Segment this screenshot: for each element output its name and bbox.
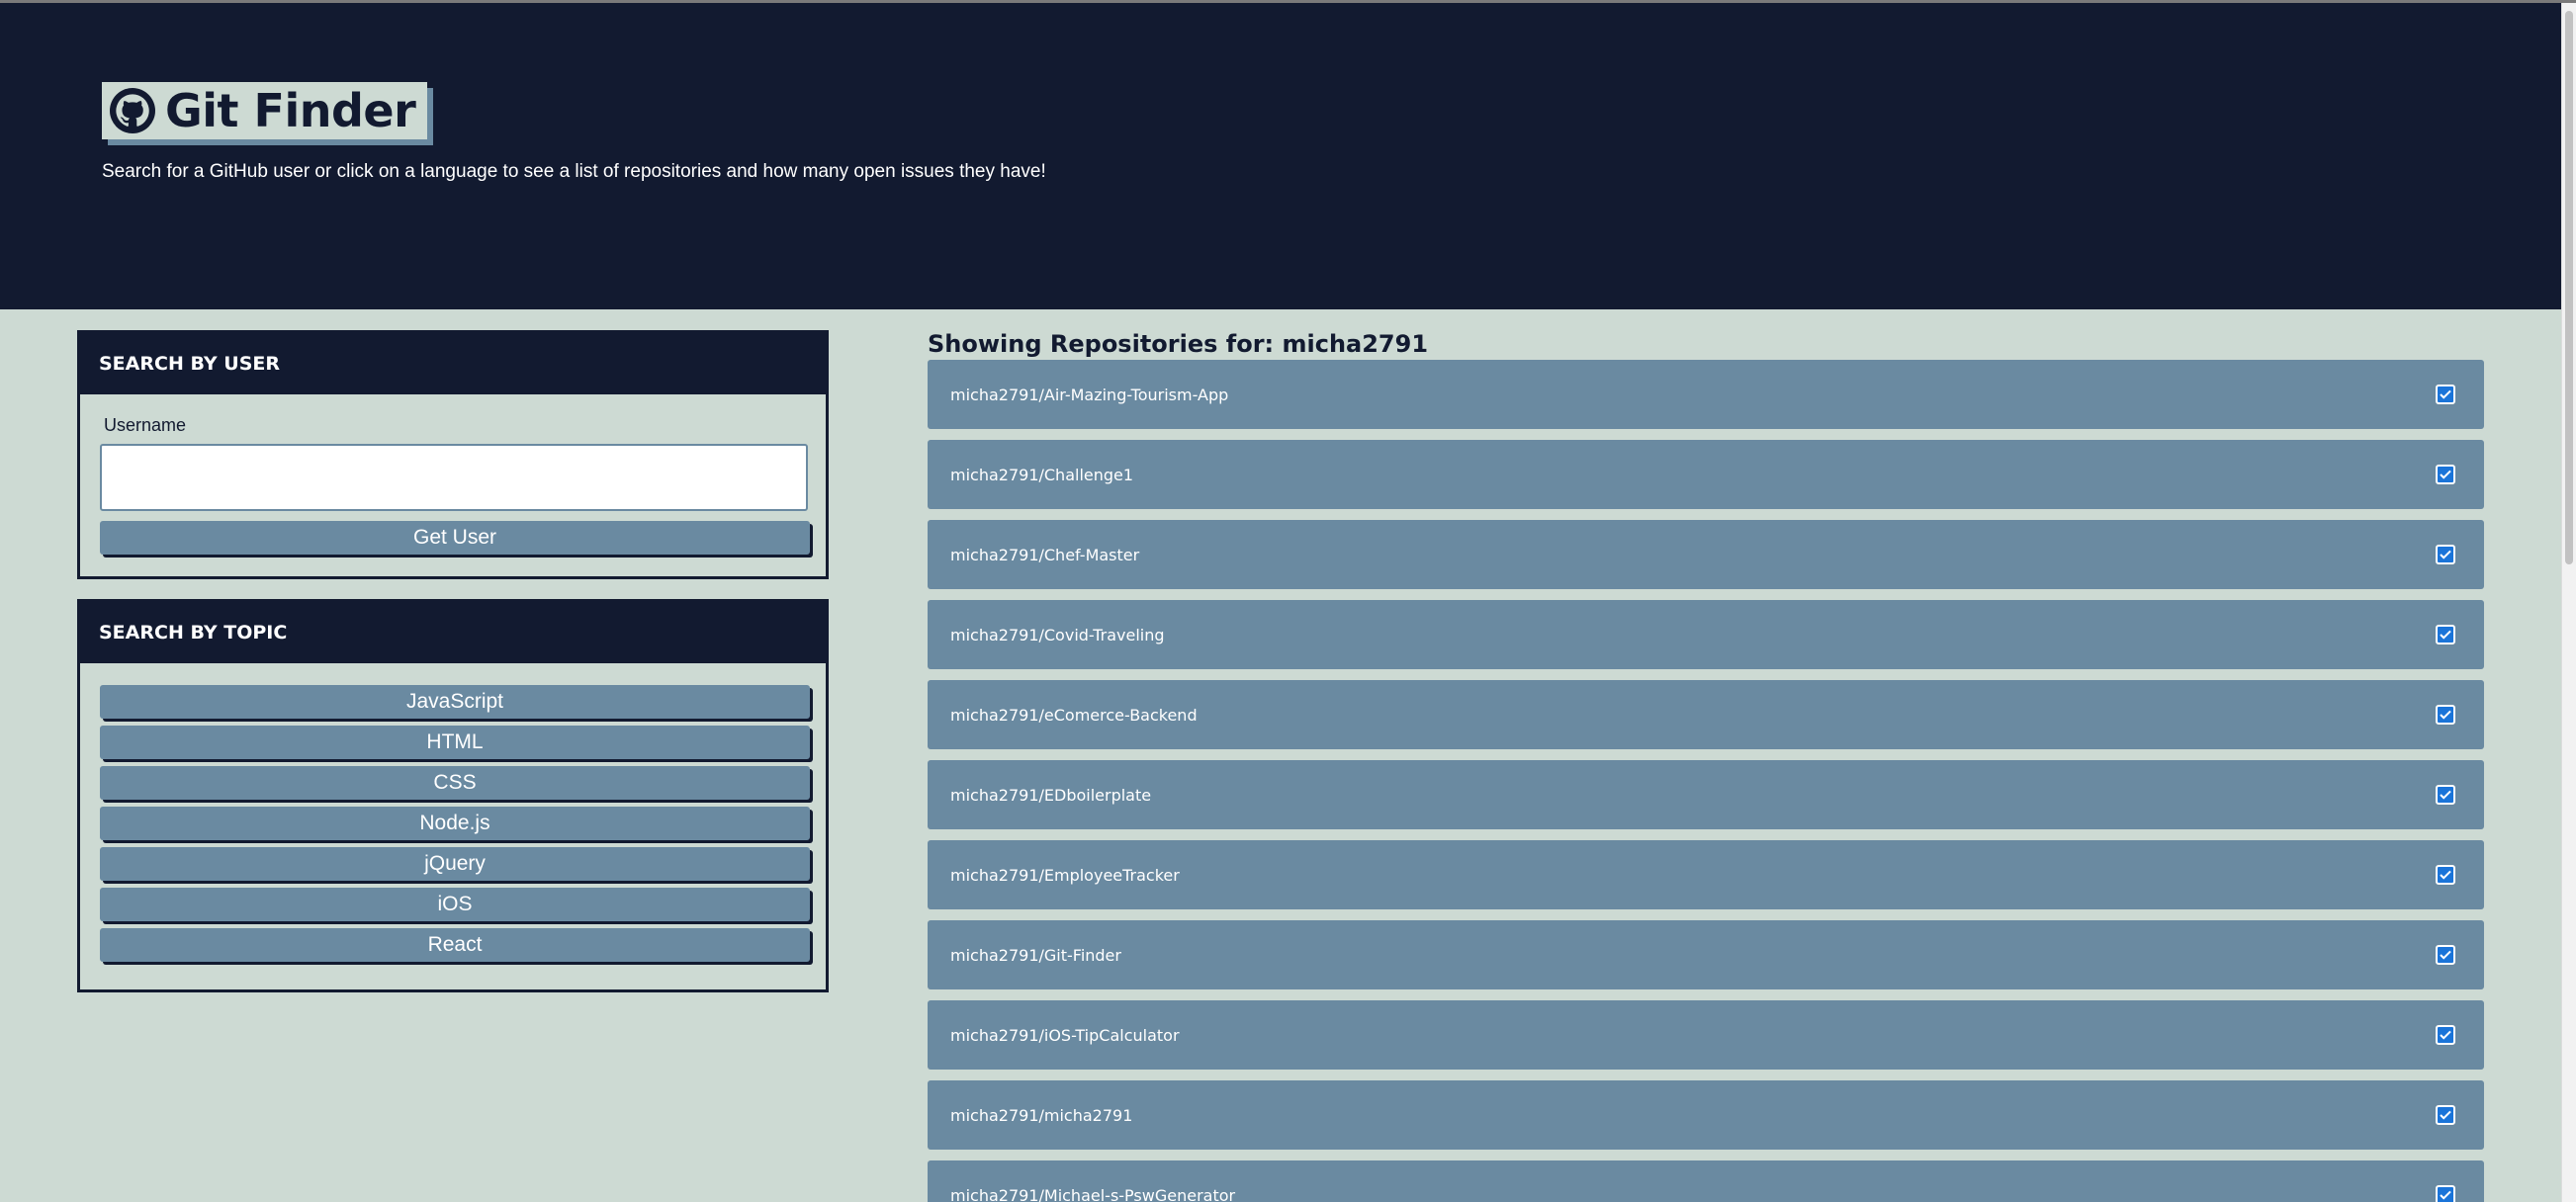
topic-button-nodejs[interactable]: Node.js <box>100 807 810 840</box>
repo-item[interactable]: micha2791/Air-Mazing-Tourism-App <box>928 360 2484 429</box>
repo-item[interactable]: micha2791/iOS-TipCalculator <box>928 1000 2484 1070</box>
repo-item[interactable]: micha2791/EDboilerplate <box>928 760 2484 829</box>
repo-item[interactable]: micha2791/Covid-Traveling <box>928 600 2484 669</box>
page-scrollbar[interactable] <box>2561 3 2576 1202</box>
repo-item[interactable]: micha2791/eComerce-Backend <box>928 680 2484 749</box>
check-icon <box>2436 465 2455 484</box>
tagline: Search for a GitHub user or click on a l… <box>102 161 1046 182</box>
topic-button-css[interactable]: CSS <box>100 766 810 800</box>
topic-button-javascript[interactable]: JavaScript <box>100 685 810 719</box>
site-header: Git Finder Search for a GitHub user or c… <box>0 3 2561 309</box>
check-icon <box>2436 1105 2455 1125</box>
app-logo[interactable]: Git Finder <box>102 82 428 139</box>
repo-name: micha2791/Air-Mazing-Tourism-App <box>950 385 1229 404</box>
repo-item[interactable]: micha2791/Michael-s-PswGenerator <box>928 1160 2484 1202</box>
repo-item[interactable]: micha2791/EmployeeTracker <box>928 840 2484 909</box>
app-title: Git Finder <box>165 84 416 137</box>
repo-item[interactable]: micha2791/Challenge1 <box>928 440 2484 509</box>
repo-item[interactable]: micha2791/Chef-Master <box>928 520 2484 589</box>
topic-button-jquery[interactable]: jQuery <box>100 847 810 881</box>
check-icon <box>2436 385 2455 404</box>
repo-name: micha2791/Git-Finder <box>950 945 1121 965</box>
repo-item[interactable]: micha2791/micha2791 <box>928 1080 2484 1150</box>
scrollbar-thumb[interactable] <box>2565 11 2573 564</box>
search-by-topic-card: SEARCH BY TOPIC JavaScript HTML CSS Node… <box>77 599 829 992</box>
search-by-user-card: SEARCH BY USER Username Get User <box>77 330 829 579</box>
get-user-button[interactable]: Get User <box>100 521 810 555</box>
check-icon <box>2436 785 2455 805</box>
topic-button-html[interactable]: HTML <box>100 726 810 759</box>
repo-item[interactable]: micha2791/Git-Finder <box>928 920 2484 989</box>
search-by-user-heading: SEARCH BY USER <box>80 333 826 394</box>
search-by-topic-heading: SEARCH BY TOPIC <box>80 602 826 663</box>
repo-name: micha2791/micha2791 <box>950 1105 1133 1125</box>
results-title: Showing Repositories for: micha2791 <box>928 330 1429 358</box>
github-icon <box>110 88 155 133</box>
username-input[interactable] <box>100 444 808 511</box>
topic-button-ios[interactable]: iOS <box>100 888 810 921</box>
repo-name: micha2791/iOS-TipCalculator <box>950 1025 1180 1045</box>
repo-name: micha2791/Chef-Master <box>950 545 1140 564</box>
repo-name: micha2791/Challenge1 <box>950 465 1134 484</box>
check-icon <box>2436 545 2455 564</box>
repo-name: micha2791/EDboilerplate <box>950 785 1152 805</box>
repo-list: micha2791/Air-Mazing-Tourism-App micha27… <box>928 360 2484 1202</box>
check-icon <box>2436 625 2455 644</box>
check-icon <box>2436 865 2455 885</box>
repo-name: micha2791/Covid-Traveling <box>950 625 1165 644</box>
repo-name: micha2791/EmployeeTracker <box>950 865 1180 885</box>
check-icon <box>2436 945 2455 965</box>
check-icon <box>2436 705 2455 725</box>
repo-name: micha2791/eComerce-Backend <box>950 705 1198 725</box>
page: Git Finder Search for a GitHub user or c… <box>0 0 2576 1202</box>
username-label: Username <box>104 415 187 435</box>
check-icon <box>2436 1185 2455 1202</box>
topic-button-react[interactable]: React <box>100 928 810 962</box>
check-icon <box>2436 1025 2455 1045</box>
repo-name: micha2791/Michael-s-PswGenerator <box>950 1185 1236 1202</box>
